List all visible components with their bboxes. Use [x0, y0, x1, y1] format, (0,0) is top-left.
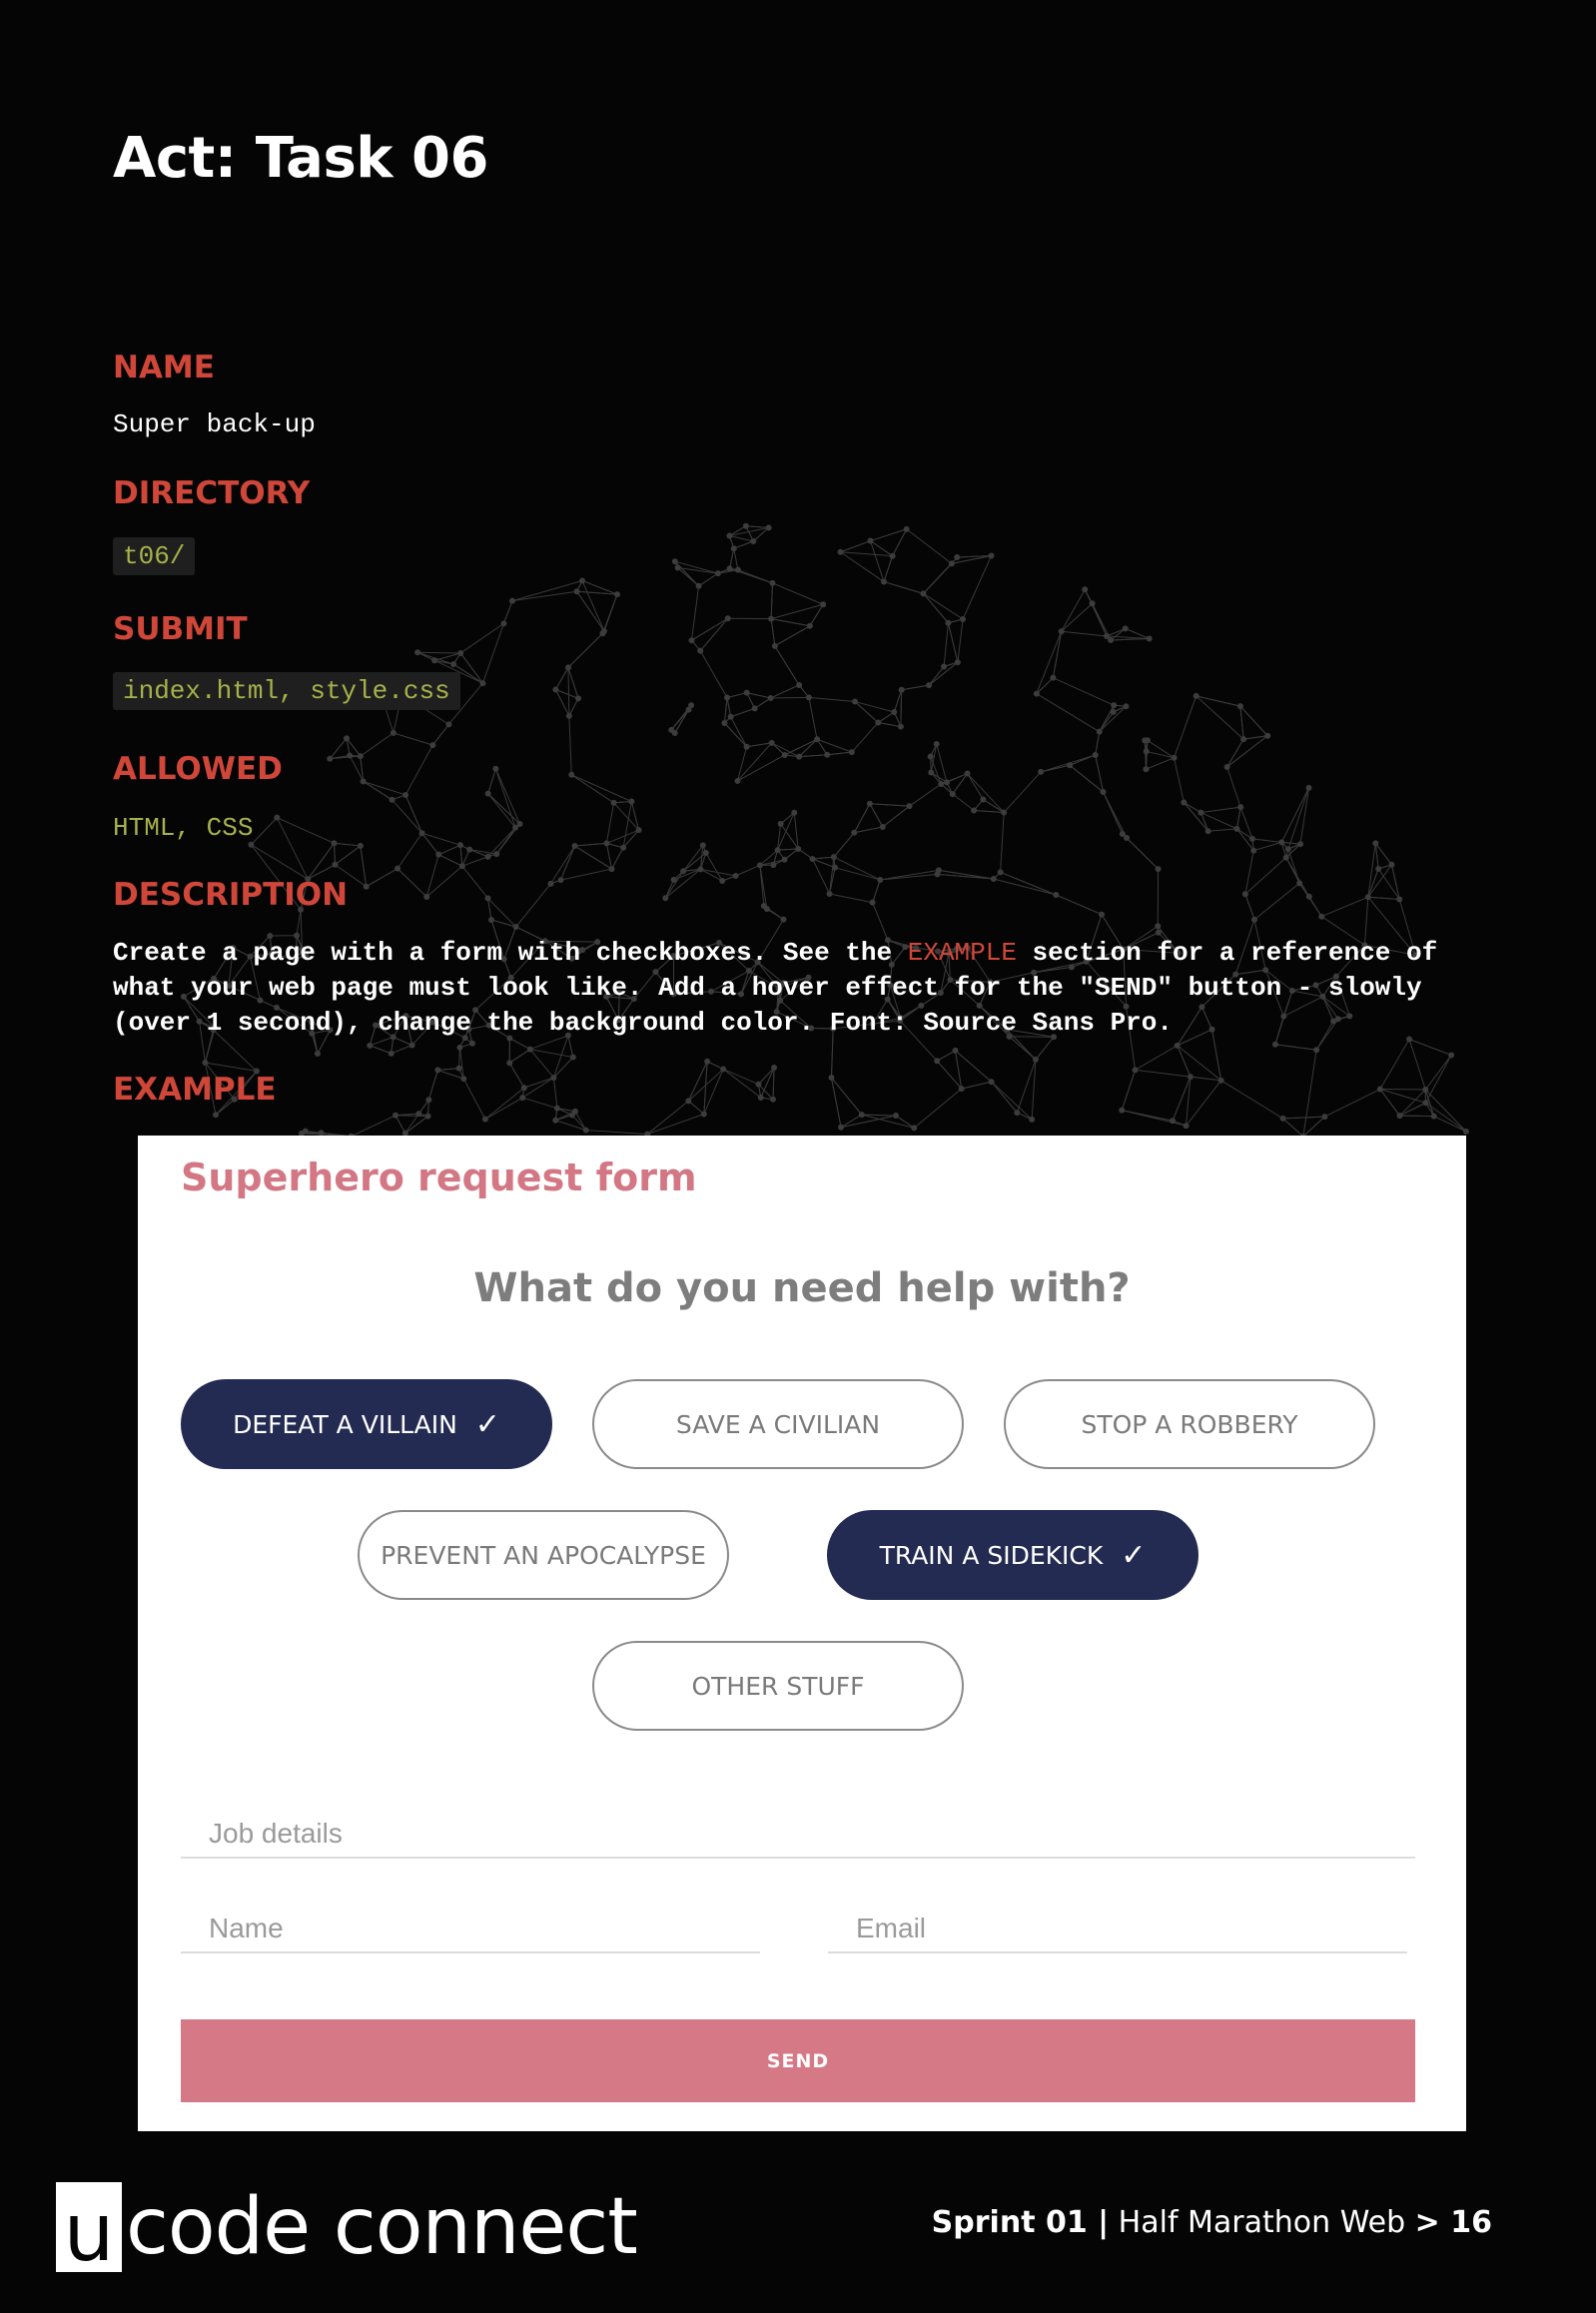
option-label: DEFEAT A VILLAIN: [233, 1409, 457, 1439]
option-label: STOP A ROBBERY: [1081, 1409, 1298, 1439]
form-title: Superhero request form: [181, 1156, 697, 1199]
example-form-screenshot: Superhero request form What do you need …: [138, 1136, 1466, 2131]
logo-text: code connect: [126, 2182, 638, 2272]
option-label: PREVENT AN APOCALYPSE: [381, 1540, 706, 1570]
page-title: Act: Task 06: [113, 126, 488, 191]
footer-page-info: Sprint 01 | Half Marathon Web > 16: [932, 2205, 1492, 2240]
submit-value: index.html, style.css: [113, 672, 460, 710]
allowed-heading: ALLOWED: [113, 751, 283, 787]
option-label: SAVE A CIVILIAN: [675, 1409, 881, 1439]
option-prevent-an-apocalypse[interactable]: PREVENT AN APOCALYPSE: [358, 1510, 729, 1600]
check-icon: ✓: [1121, 1537, 1147, 1573]
option-label: OTHER STUFF: [691, 1671, 865, 1701]
job-details-input[interactable]: [181, 1811, 1415, 1859]
name-input[interactable]: [181, 1906, 760, 1953]
allowed-value: HTML, CSS: [113, 813, 254, 843]
description-before: Create a page with a form with checkboxe…: [113, 938, 908, 968]
page-number: 16: [1450, 2205, 1492, 2240]
example-heading: EXAMPLE: [113, 1072, 277, 1108]
option-stop-a-robbery[interactable]: STOP A ROBBERY: [1004, 1379, 1375, 1469]
email-input[interactable]: [828, 1906, 1407, 1953]
directory-heading: DIRECTORY: [113, 475, 311, 511]
page-prefix: >: [1414, 2205, 1451, 2240]
description-heading: DESCRIPTION: [113, 877, 349, 913]
option-defeat-a-villain[interactable]: DEFEAT A VILLAIN ✓: [181, 1379, 552, 1469]
submit-heading: SUBMIT: [113, 611, 248, 647]
option-other-stuff[interactable]: OTHER STUFF: [592, 1641, 964, 1731]
form-question: What do you need help with?: [473, 1265, 1131, 1311]
name-heading: NAME: [113, 350, 215, 386]
check-icon: ✓: [474, 1406, 500, 1442]
name-value: Super back-up: [113, 409, 316, 439]
course-label: Half Marathon Web: [1109, 2205, 1415, 2240]
sprint-label: Sprint 01 |: [931, 2205, 1110, 2240]
description-text: Create a page with a form with checkboxe…: [113, 936, 1441, 1041]
send-button[interactable]: SEND: [181, 2019, 1415, 2102]
option-train-a-sidekick[interactable]: TRAIN A SIDEKICK ✓: [827, 1510, 1198, 1600]
directory-value: t06/: [113, 537, 196, 575]
option-label: TRAIN A SIDEKICK: [879, 1540, 1104, 1570]
logo-u-box: u: [56, 2182, 122, 2273]
example-link: EXAMPLE: [907, 938, 1017, 968]
option-save-a-civilian[interactable]: SAVE A CIVILIAN: [592, 1379, 964, 1469]
ucode-connect-logo: u code connect: [56, 2182, 638, 2273]
